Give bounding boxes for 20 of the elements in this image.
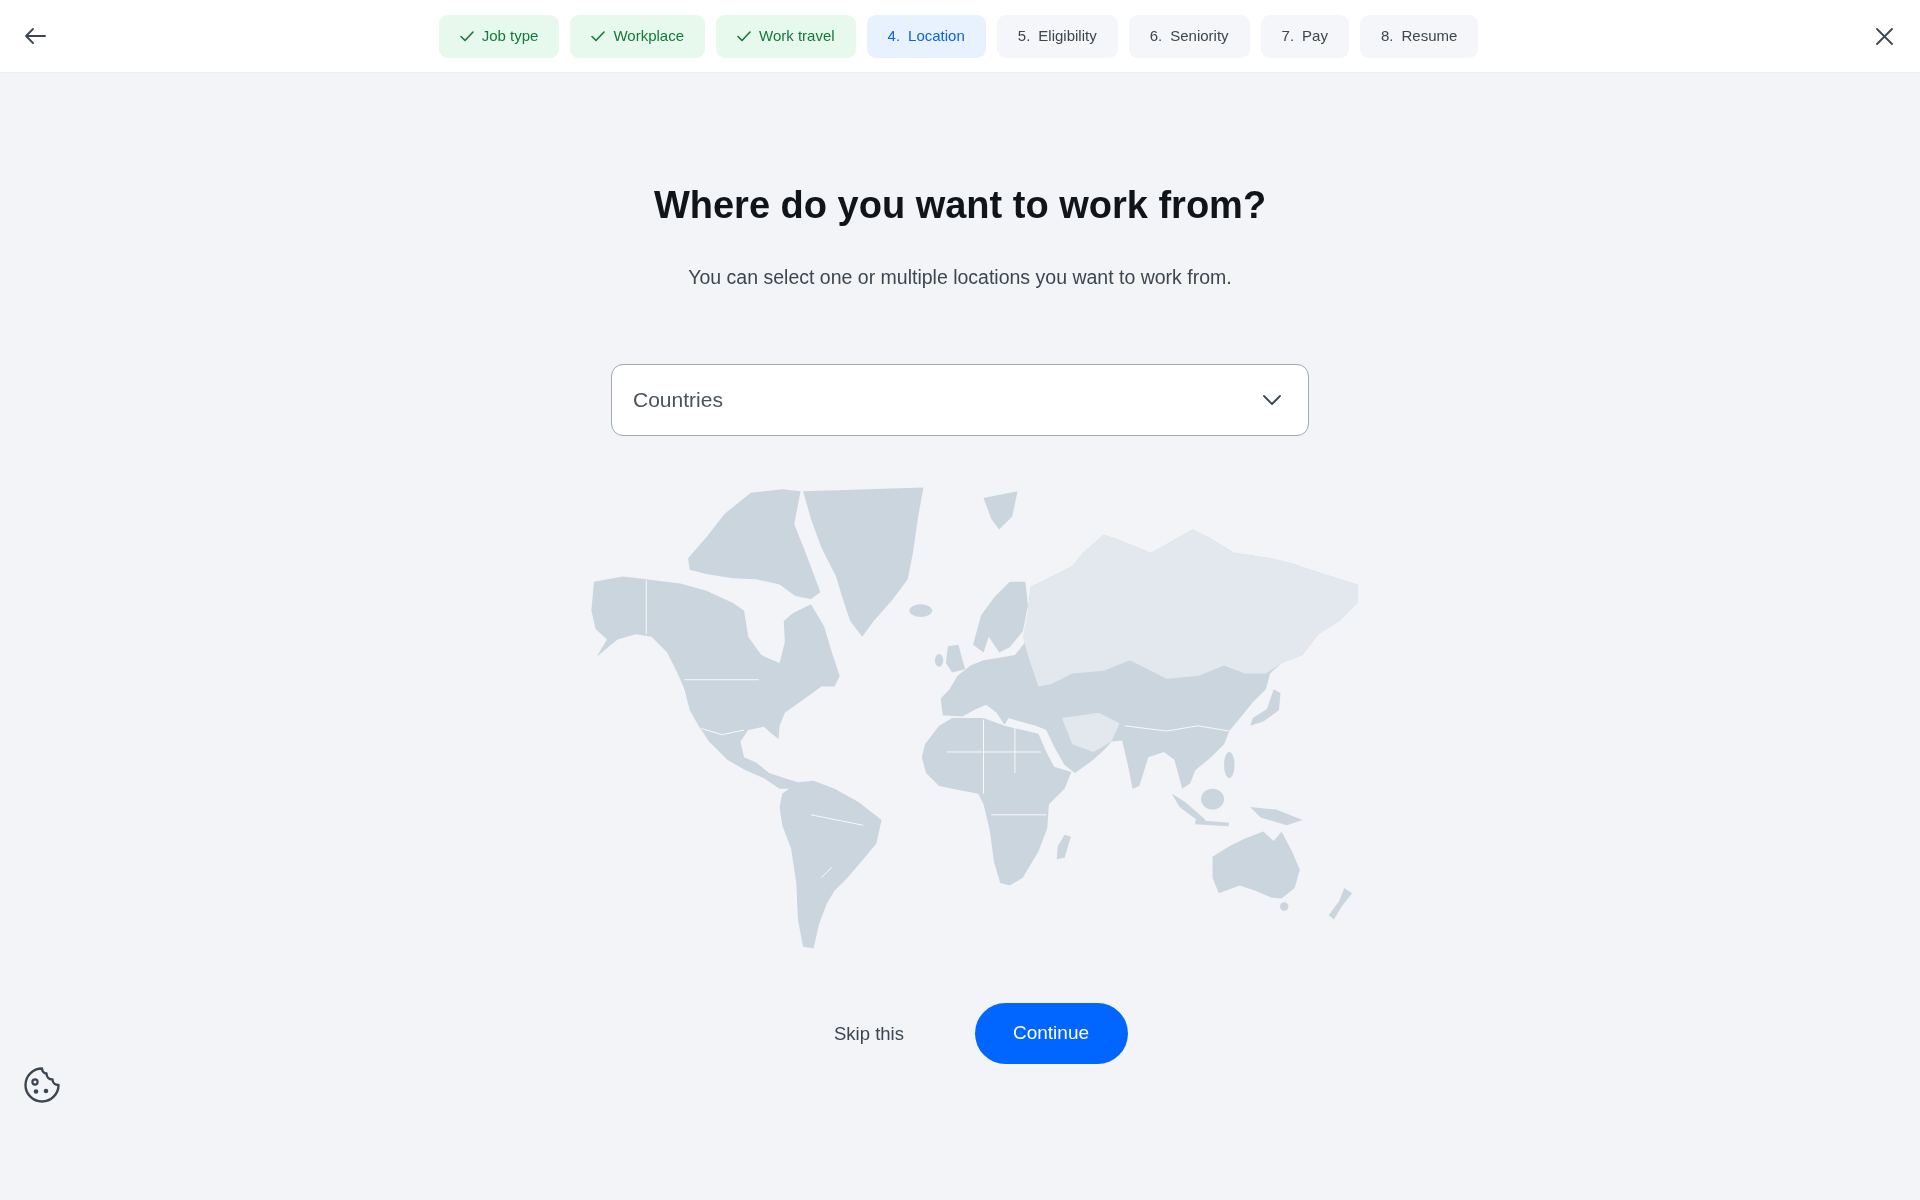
check-icon	[459, 30, 474, 42]
step-tab[interactable]: 4. Location	[866, 14, 986, 58]
check-icon	[737, 30, 751, 42]
step-tab[interactable]: 7. Pay	[1260, 14, 1349, 58]
step-tab[interactable]: Work travel	[716, 14, 856, 58]
step-tab[interactable]: Job type	[438, 14, 560, 58]
arrow-left-icon[interactable]	[24, 27, 46, 45]
skip-button[interactable]: Skip this	[792, 1003, 946, 1064]
continue-button[interactable]: Continue	[974, 1003, 1128, 1064]
step-tab[interactable]: 6. Seniority	[1128, 14, 1250, 58]
page-subtitle: You can select one or multiple locations you want to work from.	[688, 265, 1232, 290]
page-heading: Where do you want to work from?	[653, 183, 1267, 228]
step-tab[interactable]: 5. Eligibility	[996, 14, 1118, 58]
countries-select[interactable]: Countries	[611, 364, 1309, 436]
step-tab[interactable]: Workplace	[570, 14, 705, 58]
step-tab[interactable]: 8. Resume	[1359, 14, 1479, 58]
check-icon	[591, 30, 606, 42]
cookie-icon[interactable]	[22, 1065, 62, 1105]
chevron-down-icon	[1263, 395, 1281, 405]
close-icon[interactable]	[1876, 27, 1893, 45]
